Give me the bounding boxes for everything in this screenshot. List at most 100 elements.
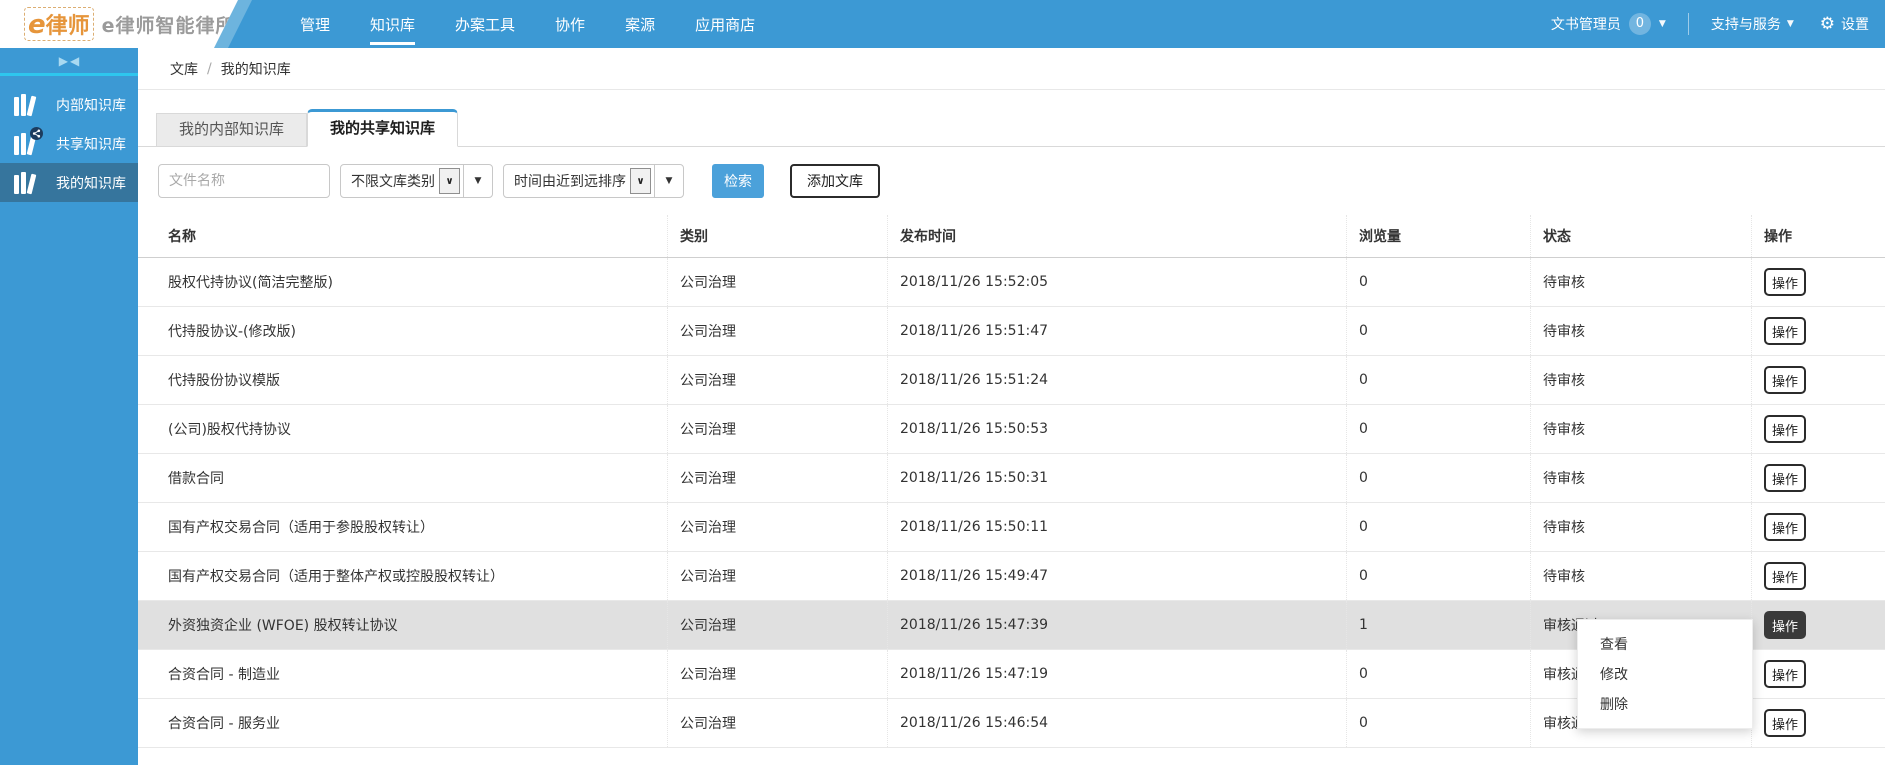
table-row: 代持股份协议模版 公司治理 2018/11/26 15:51:24 0 待审核 操作 — [138, 356, 1885, 405]
cell-views: 0 — [1346, 356, 1530, 404]
row-action-button[interactable]: 操作 — [1764, 366, 1806, 394]
sidebar: ▶ ◀ 内部知识库共享知识库我的知识库 — [0, 48, 138, 765]
cell-actions: 操作 — [1751, 650, 1885, 698]
row-action-button[interactable]: 操作 — [1764, 268, 1806, 296]
top-header: e律师 e律师智能律所系统 管理 知识库 办案工具 协作 案源 应用商店 文书管理员 0 … — [0, 0, 1885, 48]
cell-category: 公司治理 — [667, 454, 887, 502]
sort-chevron-down-icon[interactable]: ▼ — [655, 176, 683, 186]
settings-button[interactable]: 设置 — [1841, 14, 1869, 34]
collapse-left-icon: ◀ — [70, 53, 80, 68]
share-badge-icon — [30, 126, 43, 144]
cell-category: 公司治理 — [667, 405, 887, 453]
cell-category: 公司治理 — [667, 552, 887, 600]
table-row: 代持股协议-(修改版) 公司治理 2018/11/26 15:51:47 0 待审核 操作 — [138, 307, 1885, 356]
app-title: e律师智能律所系统 — [101, 14, 276, 37]
main-nav: 管理 知识库 办案工具 协作 案源 应用商店 — [300, 10, 755, 45]
cell-status: 待审核 — [1530, 405, 1751, 453]
nav-item-app-store[interactable]: 应用商店 — [695, 10, 755, 39]
cell-actions: 操作 — [1751, 503, 1885, 551]
sidebar-item-shared-kb[interactable]: 共享知识库 — [0, 124, 138, 163]
nav-item-knowledge-base[interactable]: 知识库 — [370, 10, 416, 45]
bookshelf-icon — [13, 126, 43, 156]
breadcrumb: 文库 / 我的知识库 — [138, 48, 1885, 90]
sidebar-item-my-kb[interactable]: 我的知识库 — [0, 163, 138, 202]
sidebar-accent-line — [0, 73, 138, 76]
cell-views: 0 — [1346, 699, 1530, 747]
cell-actions: 操作 — [1751, 454, 1885, 502]
cell-published: 2018/11/26 15:50:53 — [887, 405, 1346, 453]
cell-category: 公司治理 — [667, 258, 887, 306]
column-header-2: 发布时间 — [887, 215, 1346, 257]
tab-my-shared-kb[interactable]: 我的共享知识库 — [307, 109, 459, 147]
bookshelf-icon — [13, 171, 40, 195]
nav-item-case-sources[interactable]: 案源 — [625, 10, 655, 39]
cell-actions: 操作 — [1751, 258, 1885, 306]
sidebar-item-label: 内部知识库 — [56, 97, 126, 114]
cell-published: 2018/11/26 15:51:24 — [887, 356, 1346, 404]
row-action-button[interactable]: 操作 — [1764, 415, 1806, 443]
cell-name: 代持股协议-(修改版) — [168, 324, 296, 340]
cell-actions: 操作 — [1751, 405, 1885, 453]
row-action-button[interactable]: 操作 — [1764, 709, 1806, 737]
cell-status: 待审核 — [1530, 307, 1751, 355]
cell-name: 代持股份协议模版 — [168, 373, 280, 389]
nav-item-case-tools[interactable]: 办案工具 — [455, 10, 515, 39]
row-action-button[interactable]: 操作 — [1764, 464, 1806, 492]
sidebar-item-label: 我的知识库 — [56, 175, 126, 192]
sidebar-items: 内部知识库共享知识库我的知识库 — [0, 85, 138, 202]
logo-area: e律师 e律师智能律所系统 — [0, 0, 238, 48]
cell-category: 公司治理 — [667, 503, 887, 551]
header-right: 文书管理员 0 ▼ 支持与服务 ▼ ⚙ 设置 — [1551, 13, 1885, 35]
column-header-3: 浏览量 — [1346, 215, 1530, 257]
sidebar-item-internal-kb[interactable]: 内部知识库 — [0, 85, 138, 124]
user-menu[interactable]: 文书管理员 — [1551, 14, 1621, 34]
notification-badge: 0 — [1628, 13, 1651, 35]
category-native-arrow-icon[interactable]: ∨ — [439, 168, 460, 194]
category-chevron-down-icon[interactable]: ▼ — [464, 176, 492, 186]
row-action-button[interactable]: 操作 — [1764, 562, 1806, 590]
cell-name: 国有产权交易合同（适用于整体产权或控股股权转让） — [168, 569, 504, 585]
search-button[interactable]: 检索 — [712, 164, 764, 198]
cell-status: 待审核 — [1530, 258, 1751, 306]
cell-views: 0 — [1346, 405, 1530, 453]
cell-category: 公司治理 — [667, 601, 887, 649]
cell-published: 2018/11/26 15:47:39 — [887, 601, 1346, 649]
row-action-button[interactable]: 操作 — [1764, 513, 1806, 541]
row-action-button[interactable]: 操作 — [1764, 611, 1806, 639]
cell-status: 待审核 — [1530, 552, 1751, 600]
cell-name: (公司)股权代持协议 — [168, 422, 291, 438]
cell-actions: 操作 — [1751, 699, 1885, 747]
support-menu[interactable]: 支持与服务 — [1711, 14, 1781, 34]
add-library-button[interactable]: 添加文库 — [790, 164, 880, 198]
cell-category: 公司治理 — [667, 307, 887, 355]
row-action-button[interactable]: 操作 — [1764, 660, 1806, 688]
user-chevron-down-icon[interactable]: ▼ — [1659, 19, 1666, 29]
cell-category: 公司治理 — [667, 650, 887, 698]
cell-name: 借款合同 — [168, 471, 224, 487]
sort-native-arrow-icon[interactable]: ∨ — [630, 168, 651, 194]
cell-published: 2018/11/26 15:52:05 — [887, 258, 1346, 306]
tab-bar: 我的内部知识库 我的共享知识库 — [138, 90, 1885, 147]
menu-item-delete[interactable]: 删除 — [1578, 690, 1752, 720]
support-chevron-down-icon[interactable]: ▼ — [1787, 19, 1794, 29]
cell-actions: 操作 — [1751, 601, 1885, 649]
category-select[interactable]: 不限文库类别 ∨ ▼ — [340, 164, 493, 198]
cell-views: 0 — [1346, 307, 1530, 355]
cell-actions: 操作 — [1751, 307, 1885, 355]
tab-my-internal-kb[interactable]: 我的内部知识库 — [156, 113, 308, 146]
row-action-button[interactable]: 操作 — [1764, 317, 1806, 345]
breadcrumb-root[interactable]: 文库 — [170, 59, 198, 79]
nav-item-management[interactable]: 管理 — [300, 10, 330, 39]
cell-views: 0 — [1346, 552, 1530, 600]
file-name-input[interactable] — [158, 164, 330, 198]
gear-icon[interactable]: ⚙ — [1820, 14, 1835, 34]
sort-select[interactable]: 时间由近到远排序 ∨ ▼ — [503, 164, 684, 198]
menu-item-view[interactable]: 查看 — [1578, 630, 1752, 660]
menu-item-modify[interactable]: 修改 — [1578, 660, 1752, 690]
sidebar-collapse-button[interactable]: ▶ ◀ — [0, 48, 138, 73]
cell-status: 待审核 — [1530, 454, 1751, 502]
cell-views: 0 — [1346, 454, 1530, 502]
nav-item-collaboration[interactable]: 协作 — [555, 10, 585, 39]
cell-category: 公司治理 — [667, 356, 887, 404]
table-header: 名称 类别 发布时间 浏览量 状态 操作 — [138, 215, 1885, 258]
